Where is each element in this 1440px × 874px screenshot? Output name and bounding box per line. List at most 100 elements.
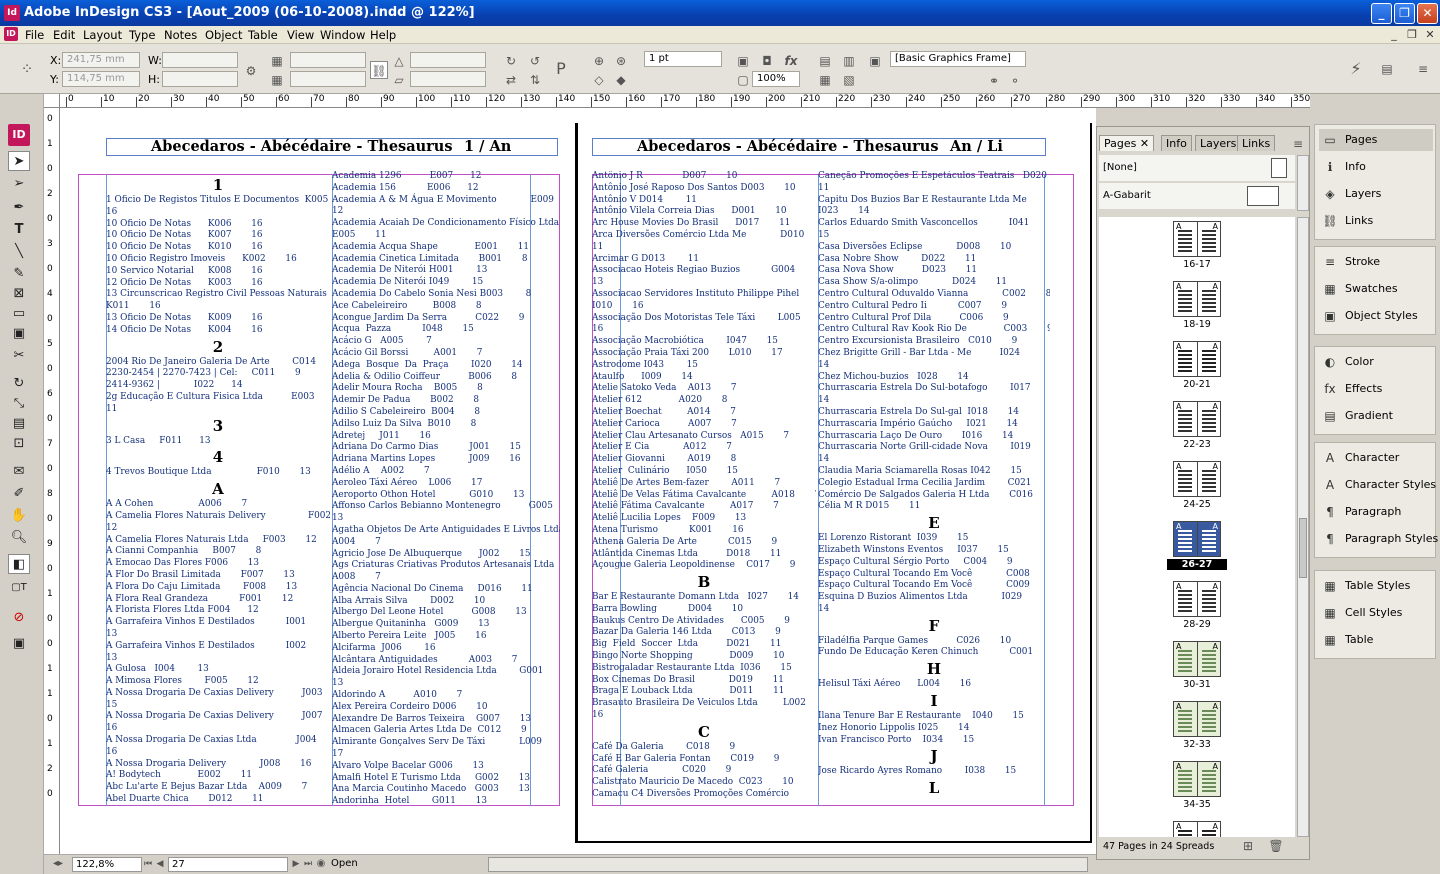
y-field[interactable]: 114,75 mm: [62, 71, 140, 87]
menu-notes[interactable]: Notes: [164, 28, 197, 42]
opacity-field[interactable]: 100%: [752, 71, 800, 87]
wrap-shape-icon[interactable]: ▦: [816, 71, 834, 89]
tab-info[interactable]: Info: [1161, 135, 1192, 151]
container-text-icon[interactable]: ▢T: [8, 578, 30, 598]
line-tool-icon[interactable]: ╲: [8, 242, 30, 262]
doc-minimize-icon[interactable]: _: [1386, 28, 1402, 42]
stroke-weight-field[interactable]: 1 pt: [644, 51, 722, 67]
dock-item-info[interactable]: ℹ Info: [1319, 156, 1433, 178]
dock-item-links[interactable]: ⛓ Links: [1319, 210, 1433, 232]
shear-field[interactable]: [410, 71, 486, 87]
fill-frame-icon[interactable]: ▣: [734, 52, 752, 70]
apply-none-icon[interactable]: ⊘: [8, 608, 30, 628]
maximize-button[interactable]: ❐: [1394, 3, 1415, 24]
shear-icon[interactable]: ▱: [390, 71, 408, 89]
page-left[interactable]: Abecedaros - Abécédaire - Thesaurus 1 / …: [62, 123, 576, 843]
menu-layout[interactable]: Layout: [83, 28, 122, 42]
h-field[interactable]: [162, 71, 238, 87]
wrap-box-icon[interactable]: ▥: [840, 52, 858, 70]
spread-thumbnail[interactable]: AA: [1173, 641, 1221, 677]
clear-overrides-icon[interactable]: ⚭: [985, 72, 1003, 90]
eyedropper-tool-icon[interactable]: ✐: [8, 484, 30, 504]
spread-thumbnail[interactable]: AA: [1173, 761, 1221, 797]
page-right[interactable]: Abecedaros - Abécédaire - Thesaurus An /…: [578, 123, 1092, 843]
doc-close-icon[interactable]: ✕: [1422, 28, 1438, 42]
object-style-select[interactable]: [Basic Graphics Frame]: [890, 51, 1026, 67]
direct-selection-tool-icon[interactable]: ➢: [8, 174, 30, 194]
last-page-icon[interactable]: ⏭: [302, 856, 314, 872]
master-a-gabarit[interactable]: A-Gabarit: [1099, 183, 1295, 209]
fill-stroke-icon[interactable]: ◧: [8, 554, 30, 574]
spread-thumbnail[interactable]: AA: [1173, 821, 1221, 837]
vertical-ruler[interactable]: 0 1 0 2 0 3 0 4 0 5 0 6 0 7 0 8 0 9 0 1 0 0 1 1 0 1 2 0: [44, 108, 60, 854]
spread-label[interactable]: 26-27: [1167, 559, 1227, 570]
text-column-1[interactable]: 11 Oficio De Registos Titulos E Document…: [106, 175, 330, 805]
spread-thumbnail[interactable]: AA: [1173, 701, 1221, 737]
spread-label[interactable]: 32-33: [1167, 739, 1227, 750]
spread-thumbnail[interactable]: AA: [1173, 281, 1221, 317]
dock-item-layers[interactable]: ◈ Layers: [1319, 183, 1433, 205]
tab-pages[interactable]: Pages ✕: [1099, 135, 1155, 151]
gradient-tool-icon[interactable]: ▤: [8, 414, 30, 434]
select-container-icon[interactable]: ⊕: [590, 52, 608, 70]
rotate-field[interactable]: [410, 52, 486, 68]
preflight-icon[interactable]: ◂▸: [46, 856, 70, 872]
running-header-left[interactable]: Abecedaros - Abécédaire - Thesaurus 1 / …: [106, 138, 558, 156]
view-mode-icon[interactable]: ▣: [8, 634, 30, 654]
spread-label[interactable]: 24-25: [1167, 499, 1227, 510]
ruler-origin[interactable]: [44, 94, 60, 108]
pencil-tool-icon[interactable]: ✎: [8, 264, 30, 284]
wrap-none-icon[interactable]: ▤: [816, 52, 834, 70]
minimize-button[interactable]: _: [1371, 3, 1392, 24]
horizontal-ruler[interactable]: 0 10 20 30 40 50 60 70 80 90 100 110 120 130 140 150 160…: [60, 94, 1310, 108]
flip-v-icon[interactable]: ⇅: [526, 71, 544, 89]
menu-type[interactable]: Type: [129, 28, 155, 42]
scroll-thumb[interactable]: [1299, 518, 1307, 578]
button-tool-icon[interactable]: ▣: [8, 324, 30, 344]
page-field[interactable]: 27: [168, 857, 288, 872]
horizontal-scrollbar[interactable]: [488, 857, 1088, 872]
flip-icon[interactable]: ⇄: [502, 71, 520, 89]
link-proportions-icon[interactable]: ⛓: [370, 61, 388, 79]
rotate-cw-icon[interactable]: ↻: [502, 52, 520, 70]
dock-item-gradient[interactable]: ▤ Gradient: [1319, 405, 1433, 427]
spreads-list[interactable]: A A 16-17 A A 18-19 A A 20-21 A A 22-23 A A 24-25 A A 26-…: [1099, 217, 1295, 837]
type-tool-icon[interactable]: T: [8, 220, 30, 240]
scissors-tool-icon[interactable]: ✂: [8, 346, 30, 366]
menu-edit[interactable]: Edit: [53, 28, 75, 42]
dock-item-character-styles[interactable]: A Character Styles: [1319, 474, 1436, 496]
menu-object[interactable]: Object: [205, 28, 242, 42]
dock-item-stroke[interactable]: ≡ Stroke: [1319, 251, 1433, 273]
text-column-3[interactable]: Antônio J R D007 10 Antônio José Raposo …: [592, 171, 816, 805]
scale-tool-icon[interactable]: ⤡: [8, 394, 30, 414]
menu-view[interactable]: View: [287, 28, 314, 42]
selection-tool-icon[interactable]: ➤: [8, 151, 30, 171]
dock-item-color[interactable]: ◐ Color: [1319, 351, 1433, 373]
zoom-tool-icon[interactable]: 🔍︎: [8, 528, 30, 548]
dock-item-cell-styles[interactable]: ▦ Cell Styles: [1319, 602, 1433, 624]
lightning-icon[interactable]: ⚡: [1347, 60, 1365, 78]
panel-menu-icon[interactable]: ▤: [1378, 60, 1396, 78]
select-next-icon[interactable]: ◆: [612, 71, 630, 89]
new-page-icon[interactable]: ⊞: [1239, 837, 1257, 855]
spread-label[interactable]: 16-17: [1167, 259, 1227, 270]
spread-thumbnail[interactable]: AA: [1173, 581, 1221, 617]
spread-thumbnail[interactable]: AA: [1173, 401, 1221, 437]
rotate-ccw-icon[interactable]: ↺: [526, 52, 544, 70]
spread-label[interactable]: 28-29: [1167, 619, 1227, 630]
rectangle-tool-icon[interactable]: ▭: [8, 304, 30, 324]
dock-item-swatches[interactable]: ▦ Swatches: [1319, 278, 1433, 300]
redefine-style-icon[interactable]: ⚬: [1006, 72, 1024, 90]
drop-shadow-icon[interactable]: ◘: [758, 52, 776, 70]
spread-thumbnail[interactable]: AA: [1173, 461, 1221, 497]
dock-item-paragraph[interactable]: ¶ Paragraph: [1319, 501, 1433, 523]
masters-scrollbar[interactable]: [1297, 155, 1309, 211]
fx-icon[interactable]: fx: [782, 52, 800, 70]
rectangle-frame-tool-icon[interactable]: ⊠: [8, 284, 30, 304]
spread-thumbnail[interactable]: AA: [1173, 341, 1221, 377]
scale-x-icon[interactable]: ▦: [268, 52, 286, 70]
close-button[interactable]: ✕: [1417, 3, 1438, 24]
doc-restore-icon[interactable]: ❐: [1404, 28, 1420, 42]
tab-links[interactable]: Links: [1237, 135, 1276, 151]
w-field[interactable]: [162, 52, 238, 68]
